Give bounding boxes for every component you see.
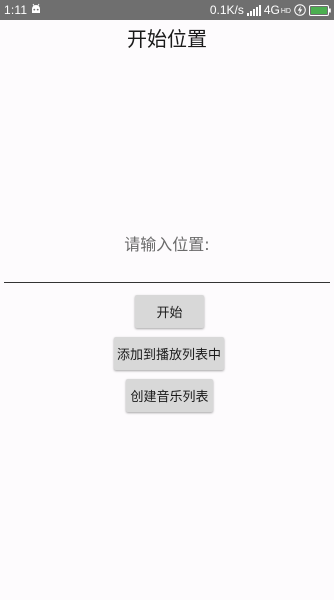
add-to-playlist-button[interactable]: 添加到播放列表中 bbox=[114, 337, 224, 370]
status-bar: 1:11 0.1K/s 4G HD bbox=[0, 0, 334, 20]
status-indicators: 0.1K/s 4G HD bbox=[210, 3, 331, 17]
network-sub: HD bbox=[280, 8, 291, 15]
android-icon bbox=[32, 3, 40, 13]
network-type: 4G bbox=[263, 3, 280, 17]
status-time: 1:11 bbox=[4, 3, 28, 17]
position-input[interactable] bbox=[4, 256, 330, 283]
signal-icon bbox=[246, 4, 261, 16]
battery-icon bbox=[309, 4, 331, 16]
create-music-list-button[interactable]: 创建音乐列表 bbox=[126, 379, 213, 412]
start-button[interactable]: 开始 bbox=[135, 295, 204, 328]
charging-icon bbox=[294, 4, 306, 16]
net-speed: 0.1K/s bbox=[209, 3, 244, 17]
page-title: 开始位置 bbox=[127, 27, 207, 51]
position-prompt-label: 请输入位置: bbox=[124, 235, 210, 254]
